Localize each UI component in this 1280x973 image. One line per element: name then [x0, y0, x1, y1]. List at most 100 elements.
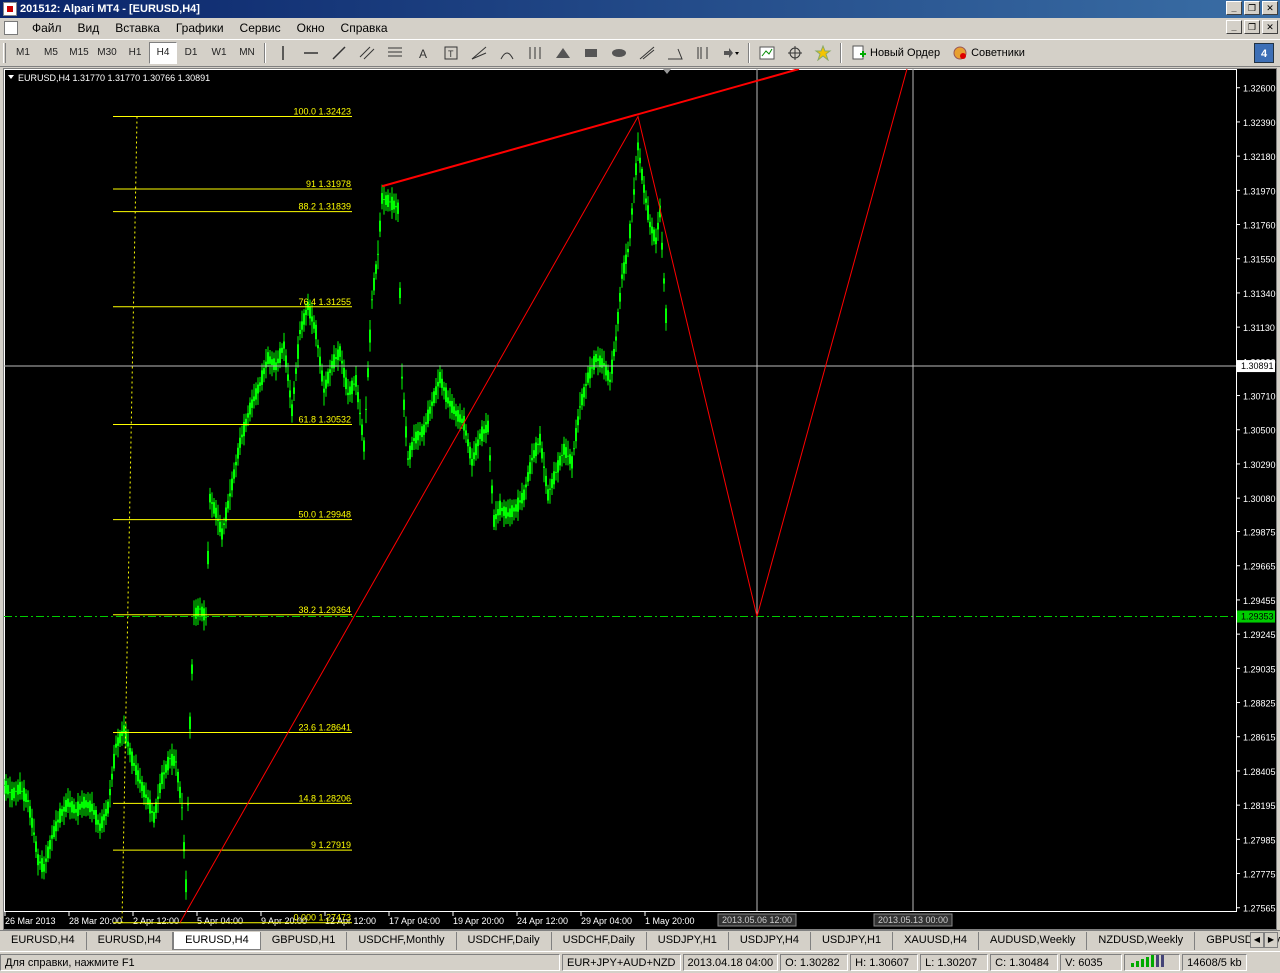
timeframe-h1[interactable]: H1 [121, 42, 149, 64]
ellipse-icon[interactable] [605, 42, 633, 64]
pitchfork-icon[interactable] [633, 42, 661, 64]
text-label-icon[interactable]: T [437, 42, 465, 64]
chart-tab[interactable]: EURUSD,H4 [173, 932, 261, 950]
new-order-button[interactable]: Новый Ордер [845, 42, 946, 64]
favorites-icon[interactable] [809, 42, 837, 64]
chart-tab[interactable]: NZDUSD,Weekly [1087, 932, 1196, 950]
candle-body [171, 753, 173, 766]
chart-tab[interactable]: USDCHF,Monthly [347, 932, 457, 950]
candle-body [545, 475, 547, 487]
candle-body [465, 430, 467, 436]
menu-charts[interactable]: Графики [168, 21, 232, 35]
menu-view[interactable]: Вид [70, 21, 108, 35]
candle-body [207, 550, 209, 565]
candle-body [113, 753, 115, 769]
menu-file[interactable]: Файл [24, 21, 70, 35]
document-icon[interactable] [4, 21, 18, 35]
candle-body [105, 808, 107, 817]
price-tick-label: 1.29455 [1243, 596, 1276, 606]
menu-insert[interactable]: Вставка [107, 21, 168, 35]
chart-tab[interactable]: USDJPY,H1 [647, 932, 729, 950]
arrows-dropdown-icon[interactable] [717, 42, 745, 64]
chart-tab[interactable]: XAUUSD,H4 [893, 932, 980, 950]
candle-body [497, 509, 499, 516]
chart-tab[interactable]: USDCHF,Daily [457, 932, 552, 950]
candle-body [13, 787, 15, 799]
candle-body [491, 485, 493, 494]
badge-4-button[interactable]: 4 [1254, 43, 1274, 63]
candle-body [11, 789, 13, 801]
price-tick-label: 1.28195 [1243, 801, 1276, 811]
triangle-icon[interactable] [549, 42, 577, 64]
experts-button[interactable]: Советники [946, 42, 1031, 64]
drawn-objects[interactable] [4, 69, 1236, 923]
chart-labels: EURUSD,H4 1.31770 1.31770 1.30766 1.3089… [8, 69, 1275, 927]
candle-body [387, 194, 389, 207]
candle-body [287, 374, 289, 381]
chart-area[interactable]: 1.32600 1.32390 1.32180 1.31970 1.31760 1.315… [3, 68, 1277, 930]
vertical-line-icon[interactable] [269, 42, 297, 64]
tab-scroll-right-icon[interactable]: ▶ [1264, 932, 1278, 948]
minimize-button[interactable]: _ [1226, 1, 1242, 15]
price-chart[interactable]: 1.32600 1.32390 1.32180 1.31970 1.31760 1.315… [4, 69, 1276, 929]
crosshair-icon[interactable] [781, 42, 809, 64]
chart-tab[interactable]: GBPUSD,H1 [261, 932, 348, 950]
child-restore-button[interactable]: ❐ [1244, 20, 1260, 34]
candle-body [7, 785, 9, 795]
gann-grid-icon[interactable] [521, 42, 549, 64]
menu-help[interactable]: Справка [333, 21, 396, 35]
candle-body [471, 459, 473, 466]
close-button[interactable]: ✕ [1262, 1, 1278, 15]
candle-body [507, 512, 509, 517]
timeframe-mn[interactable]: MN [233, 42, 261, 64]
restore-button[interactable]: ❐ [1244, 1, 1260, 15]
timeframe-w1[interactable]: W1 [205, 42, 233, 64]
candle-body [639, 157, 641, 164]
child-close-button[interactable]: ✕ [1262, 20, 1278, 34]
chart-tab[interactable]: EURUSD,H4 [0, 932, 87, 950]
candle-body [565, 447, 567, 458]
fibo-arcs-icon[interactable] [493, 42, 521, 64]
timeframe-h4[interactable]: H4 [149, 42, 177, 64]
candle-body [165, 764, 167, 773]
candle-body [135, 765, 137, 775]
fibo-level-label: 100.0 1.32423 [293, 107, 351, 117]
timeframe-m30[interactable]: M30 [93, 42, 121, 64]
candle-body [65, 800, 67, 812]
fibo-timezones-icon[interactable] [689, 42, 717, 64]
menu-window[interactable]: Окно [289, 21, 333, 35]
timeframe-d1[interactable]: D1 [177, 42, 205, 64]
trendline-icon[interactable] [325, 42, 353, 64]
text-icon[interactable]: A [409, 42, 437, 64]
angle-icon[interactable] [661, 42, 689, 64]
chart-tab[interactable]: USDJPY,H4 [729, 932, 811, 950]
menu-tools[interactable]: Сервис [232, 21, 289, 35]
candle-body [589, 367, 591, 379]
candle-body [481, 426, 483, 442]
chart-icon[interactable] [753, 42, 781, 64]
chart-tab[interactable]: AUDUSD,Weekly [979, 932, 1088, 950]
rectangle-icon[interactable] [577, 42, 605, 64]
timeframe-m15[interactable]: M15 [65, 42, 93, 64]
equidistant-channel-icon[interactable] [353, 42, 381, 64]
candle-body [159, 783, 161, 793]
child-minimize-button[interactable]: _ [1226, 20, 1242, 34]
chart-tab[interactable]: EURUSD,H4 [87, 932, 174, 950]
fibo-fan-icon[interactable] [465, 42, 493, 64]
timeframe-m1[interactable]: M1 [9, 42, 37, 64]
chart-tab[interactable]: USDJPY,H1 [811, 932, 894, 950]
candle-body [535, 442, 537, 457]
candle-body [67, 798, 69, 807]
candle-body [77, 801, 79, 817]
chart-tab[interactable]: USDCHF,Daily [552, 932, 647, 950]
candle-body [211, 502, 213, 504]
candle-body [521, 492, 523, 504]
timeframe-m5[interactable]: M5 [37, 42, 65, 64]
candle-body [469, 446, 471, 459]
toolbar-grip [3, 43, 6, 63]
fibonacci-icon[interactable] [381, 42, 409, 64]
tab-scroll-left-icon[interactable]: ◀ [1250, 932, 1264, 948]
status-profile[interactable]: EUR+JPY+AUD+NZD [562, 953, 681, 971]
candle-body [103, 814, 105, 821]
horizontal-line-icon[interactable] [297, 42, 325, 64]
